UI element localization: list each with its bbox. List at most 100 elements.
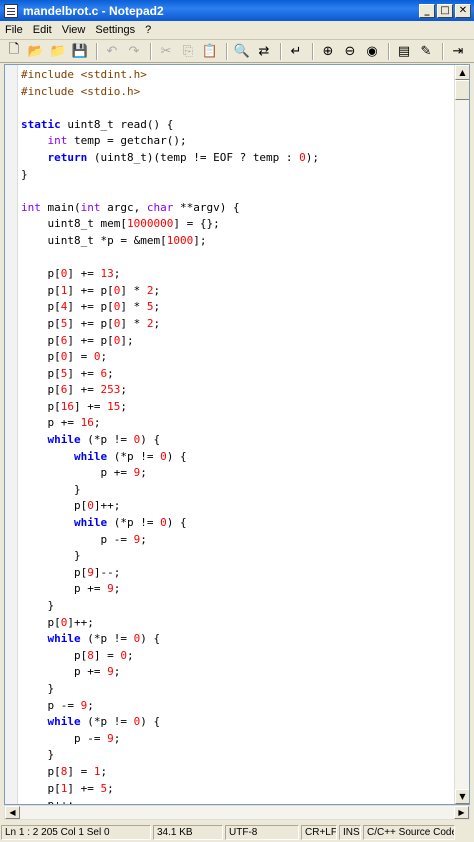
code-token: ] =: [67, 764, 94, 778]
code-line: while (*p != 0) {: [21, 714, 453, 731]
title-bar[interactable]: mandelbrot.c - Notepad2 _ □ ✕: [0, 0, 474, 21]
code-line: p[8] = 0;: [21, 648, 453, 665]
copy-icon[interactable]: ⎘: [178, 41, 198, 61]
toolbar-separator: [312, 42, 314, 60]
code-line: int temp = getchar();: [21, 133, 453, 150]
code-token: p[: [21, 283, 61, 297]
code-token: p +=: [21, 466, 134, 480]
status-lexer[interactable]: C/C++ Source Code: [363, 824, 455, 840]
code-token: ;: [140, 532, 147, 546]
scroll-down-icon[interactable]: ▼: [455, 789, 469, 804]
customize-icon[interactable]: ✎: [416, 41, 436, 61]
code-token: (*p !=: [107, 516, 161, 530]
code-token: ;: [100, 764, 108, 778]
redo-icon[interactable]: ↷: [124, 41, 144, 61]
horizontal-scrollbar[interactable]: ◀ ▶: [4, 805, 470, 820]
toolbar-separator: [388, 42, 390, 60]
toolbar-separator: [442, 42, 444, 60]
code-token: (*p !=: [80, 715, 134, 729]
code-token: 16: [60, 399, 74, 413]
code-token: ;: [107, 366, 114, 380]
settings-icon[interactable]: ▤: [394, 41, 414, 61]
code-line: p[8] = 1;: [21, 764, 453, 781]
code-line: uint8_t mem[1000000] = {};: [21, 216, 453, 233]
code-line: p[16] += 15;: [21, 399, 453, 416]
code-token: while: [47, 715, 81, 729]
code-line: p[0]++;: [21, 615, 453, 632]
code-token: ] =: [93, 648, 121, 662]
zoom-in-icon[interactable]: ⊕: [318, 41, 338, 61]
new-file-icon[interactable]: 🗋: [4, 41, 24, 61]
status-line-endings[interactable]: CR+LF: [301, 824, 337, 840]
code-token: p -=: [21, 731, 108, 745]
code-token: <stdio.h>: [80, 84, 141, 98]
minimize-button[interactable]: _: [419, 3, 435, 18]
code-token: p -=: [21, 698, 81, 712]
menu-edit[interactable]: Edit: [28, 24, 57, 36]
code-token: 0: [120, 648, 127, 662]
find-icon[interactable]: 🔍: [232, 41, 252, 61]
code-token: p[: [21, 333, 61, 347]
undo-icon[interactable]: ↶: [102, 41, 122, 61]
vertical-scroll-thumb[interactable]: [455, 80, 469, 100]
code-token: main(: [40, 200, 81, 214]
code-token: ;: [120, 383, 127, 397]
code-token: #include: [21, 84, 81, 98]
save-icon[interactable]: 💾: [70, 41, 90, 61]
menu-file[interactable]: File: [0, 24, 28, 36]
code-token: ) {: [140, 715, 161, 729]
code-line: while (*p != 0) {: [21, 631, 453, 648]
code-token: ;: [113, 731, 121, 745]
code-line: #include <stdio.h>: [21, 84, 453, 101]
replace-icon[interactable]: ⇄: [254, 41, 274, 61]
status-insert-mode[interactable]: INS: [339, 824, 361, 840]
code-line: int main(int argc, char **argv) {: [21, 200, 453, 217]
exit-icon[interactable]: ⇥: [448, 41, 468, 61]
code-line: uint8_t *p = &mem[1000];: [21, 233, 453, 250]
menu-help[interactable]: ?: [140, 24, 156, 36]
code-token: ) {: [166, 449, 187, 463]
code-token: p[: [21, 300, 61, 314]
code-line: p[0] = 0;: [21, 349, 453, 366]
code-token: ]++;: [93, 499, 121, 513]
code-token: ] *: [120, 300, 147, 314]
code-token: ;: [113, 582, 121, 596]
scroll-left-icon[interactable]: ◀: [5, 806, 20, 819]
close-button[interactable]: ✕: [455, 3, 471, 18]
zoom-out-icon[interactable]: ⊖: [340, 41, 360, 61]
toolbar-separator: [150, 42, 152, 60]
code-token: while: [47, 433, 81, 447]
code-token: p[: [21, 565, 88, 579]
maximize-button[interactable]: □: [437, 3, 453, 18]
open-folder-icon[interactable]: 📂: [26, 41, 46, 61]
scroll-right-icon[interactable]: ▶: [454, 806, 469, 819]
code-area[interactable]: #include <stdint.h> #include <stdio.h> st…: [21, 67, 453, 804]
editor[interactable]: #include <stdint.h> #include <stdio.h> st…: [4, 64, 470, 805]
code-token: (*p !=: [80, 632, 134, 646]
code-token: int: [47, 134, 68, 148]
code-token: 9: [107, 665, 114, 679]
code-token: }: [21, 482, 81, 496]
code-token: (*p !=: [80, 433, 134, 447]
scroll-up-icon[interactable]: ▲: [455, 65, 469, 80]
code-line: while (*p != 0) {: [21, 432, 453, 449]
code-token: int: [21, 200, 41, 214]
code-line: p += 16;: [21, 415, 453, 432]
cut-icon[interactable]: ✂: [156, 41, 176, 61]
code-token: p[: [21, 366, 61, 380]
menu-settings[interactable]: Settings: [90, 24, 140, 36]
paste-icon[interactable]: 📋: [200, 41, 220, 61]
code-token: ;: [113, 267, 121, 281]
scheme-icon[interactable]: ◉: [362, 41, 382, 61]
code-token: char: [146, 200, 174, 214]
code-token: p +=: [21, 582, 108, 596]
vertical-scrollbar[interactable]: ▲ ▼: [454, 65, 469, 804]
word-wrap-icon[interactable]: ↵: [286, 41, 306, 61]
menu-view[interactable]: View: [57, 24, 91, 36]
notepad-app-icon[interactable]: [4, 3, 18, 18]
status-encoding[interactable]: UTF-8: [225, 824, 299, 840]
browse-icon[interactable]: 📁: [48, 41, 68, 61]
